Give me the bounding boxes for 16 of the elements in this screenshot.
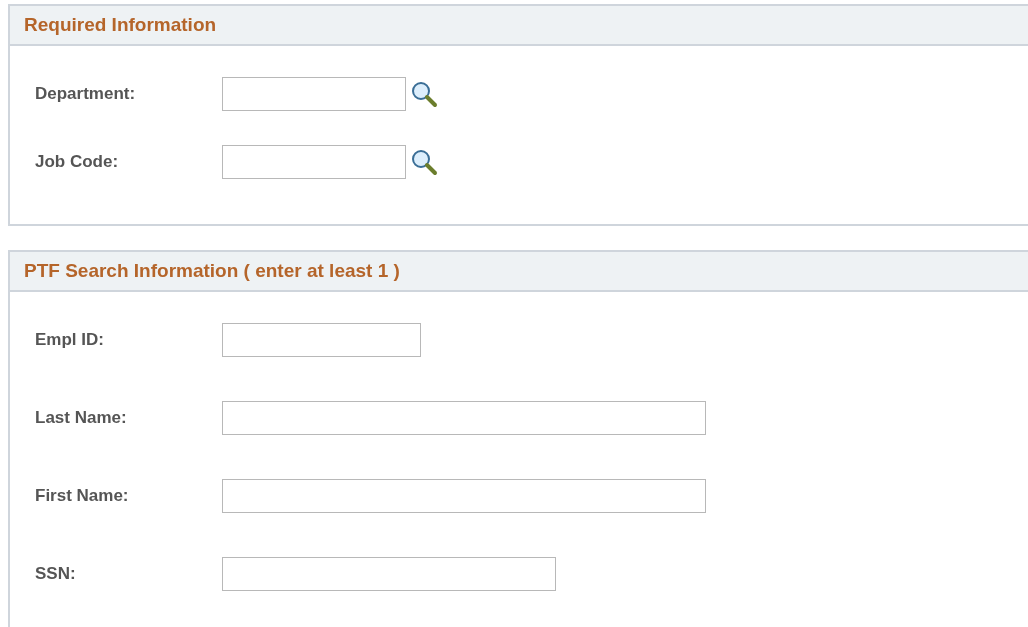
field-label: Last Name: (35, 408, 128, 428)
input-field[interactable] (222, 323, 421, 357)
input-field[interactable] (222, 557, 556, 591)
search-icon[interactable] (410, 80, 438, 108)
input-field[interactable] (222, 145, 406, 179)
field-label: Empl ID: (35, 330, 105, 350)
input-field[interactable] (222, 479, 706, 513)
field-label: SSN: (35, 564, 77, 584)
input-field[interactable] (222, 77, 406, 111)
field-label: Department: (35, 84, 137, 104)
section-title: Required Information (24, 14, 217, 36)
field-label: Job Code: (35, 152, 120, 172)
section-title: PTF Search Information ( enter at least 1 ) (24, 260, 400, 282)
input-field[interactable] (222, 401, 706, 435)
field-label: First Name: (35, 486, 130, 506)
search-icon[interactable] (410, 148, 438, 176)
